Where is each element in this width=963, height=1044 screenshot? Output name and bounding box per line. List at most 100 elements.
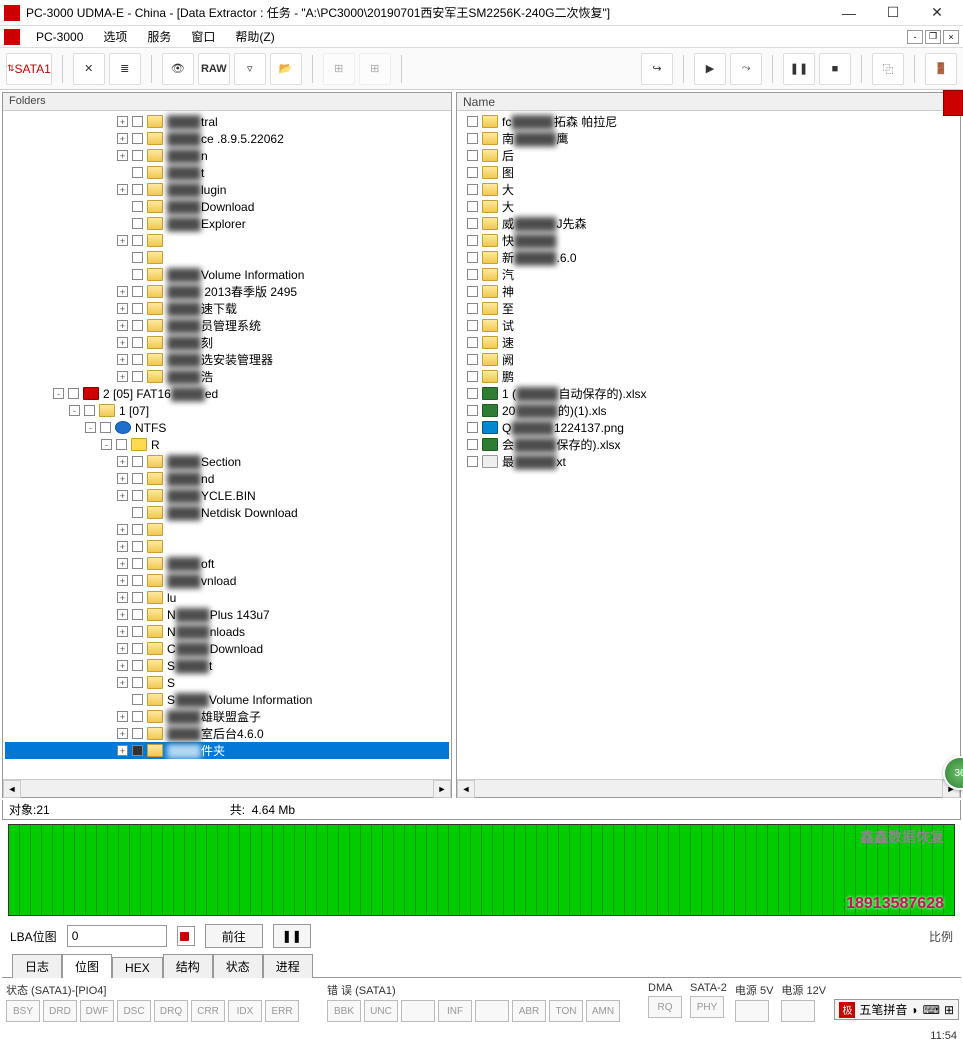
- tree-item[interactable]: +████oft: [5, 555, 449, 572]
- file-item[interactable]: 威█████J先森: [459, 215, 958, 232]
- file-item[interactable]: 快█████: [459, 232, 958, 249]
- file-item[interactable]: 新█████.6.0: [459, 249, 958, 266]
- minimize-button[interactable]: —: [827, 0, 871, 26]
- ime-tool-icon[interactable]: ◗: [911, 1003, 918, 1017]
- menu-services[interactable]: 服务: [137, 26, 181, 47]
- tree-item[interactable]: -2 [05] FAT16████ed: [5, 385, 449, 402]
- file-item[interactable]: 图: [459, 164, 958, 181]
- mdi-restore-button[interactable]: ❐: [925, 30, 941, 44]
- menu-options[interactable]: 选项: [93, 26, 137, 47]
- file-item[interactable]: fc█████拓森 帕拉尼: [459, 113, 958, 130]
- graph2-icon[interactable]: ⊞: [359, 53, 391, 85]
- files-header[interactable]: Name ▲: [457, 93, 960, 111]
- tree-item[interactable]: +████n: [5, 147, 449, 164]
- tree-item[interactable]: +████YCLE.BIN: [5, 487, 449, 504]
- tree-item[interactable]: +S████t: [5, 657, 449, 674]
- tree-item[interactable]: +: [5, 538, 449, 555]
- tree-item[interactable]: +████速下载: [5, 300, 449, 317]
- tree-item[interactable]: +████浩: [5, 368, 449, 385]
- tree-item[interactable]: +████员管理系统: [5, 317, 449, 334]
- menu-app[interactable]: PC-3000: [26, 28, 93, 46]
- tree-item[interactable]: +████lugin: [5, 181, 449, 198]
- raw-button[interactable]: RAW: [198, 53, 230, 85]
- file-item[interactable]: 试: [459, 317, 958, 334]
- sector-map[interactable]: 鑫鑫数据恢复 18913587628: [8, 824, 955, 916]
- file-item[interactable]: 1 (█████自动保存的).xlsx: [459, 385, 958, 402]
- tab-bitmap[interactable]: 位图: [62, 954, 112, 978]
- file-item[interactable]: 20█████的)(1).xls: [459, 402, 958, 419]
- tree-item[interactable]: +████刻: [5, 334, 449, 351]
- tree-item[interactable]: +████ 2013春季版 2495: [5, 283, 449, 300]
- mdi-minimize-button[interactable]: -: [907, 30, 923, 44]
- file-item[interactable]: 鹏: [459, 368, 958, 385]
- menu-help[interactable]: 帮助(Z): [225, 26, 284, 47]
- file-item[interactable]: 阙: [459, 351, 958, 368]
- tree-item[interactable]: ████Download: [5, 198, 449, 215]
- file-item[interactable]: 至: [459, 300, 958, 317]
- import-icon[interactable]: ↪: [641, 53, 673, 85]
- tree-item[interactable]: -R: [5, 436, 449, 453]
- tab-status[interactable]: 状态: [213, 954, 263, 978]
- tree-item[interactable]: S████Volume Information: [5, 691, 449, 708]
- tree-item[interactable]: +████tral: [5, 113, 449, 130]
- tree-item[interactable]: -NTFS: [5, 419, 449, 436]
- record-icon[interactable]: [180, 932, 189, 941]
- menu-window[interactable]: 窗口: [181, 26, 225, 47]
- file-list[interactable]: fc█████拓森 帕拉尼南█████鹰后图大大威█████J先森快█████新…: [457, 111, 960, 779]
- tree-item[interactable]: ████Netdisk Download: [5, 504, 449, 521]
- file-item[interactable]: 南█████鹰: [459, 130, 958, 147]
- tab-log[interactable]: 日志: [12, 954, 62, 978]
- ime-settings-icon[interactable]: ⊞: [944, 1003, 954, 1017]
- tree-item[interactable]: +S: [5, 674, 449, 691]
- tree-item[interactable]: -1 [07]: [5, 402, 449, 419]
- tree-item[interactable]: +N████nloads: [5, 623, 449, 640]
- tab-structure[interactable]: 结构: [163, 954, 213, 978]
- file-item[interactable]: 汽: [459, 266, 958, 283]
- file-item[interactable]: 后: [459, 147, 958, 164]
- lba-input[interactable]: [67, 925, 167, 947]
- file-item[interactable]: 速: [459, 334, 958, 351]
- side-badge[interactable]: 36: [943, 756, 963, 790]
- file-item[interactable]: 大: [459, 181, 958, 198]
- tree-item[interactable]: +lu: [5, 589, 449, 606]
- notes-icon[interactable]: ≣: [109, 53, 141, 85]
- tab-process[interactable]: 进程: [263, 954, 313, 978]
- tree-item[interactable]: +████vnload: [5, 572, 449, 589]
- goto-button[interactable]: 前往: [205, 924, 263, 948]
- skip-icon[interactable]: ⤳: [730, 53, 762, 85]
- pause-lba-button[interactable]: ❚❚: [273, 924, 311, 948]
- file-item[interactable]: 最█████xt: [459, 453, 958, 470]
- tree-item[interactable]: +████雄联盟盒子: [5, 708, 449, 725]
- close-button[interactable]: ✕: [915, 0, 959, 26]
- maximize-button[interactable]: ☐: [871, 0, 915, 26]
- tree-item[interactable]: +████选安装管理器: [5, 351, 449, 368]
- h-scrollbar-right[interactable]: ◄►: [457, 779, 960, 797]
- pause-icon[interactable]: ❚❚: [783, 53, 815, 85]
- tree-item[interactable]: +████室后台4.6.0: [5, 725, 449, 742]
- h-scrollbar[interactable]: ◄►: [3, 779, 451, 797]
- exit-icon[interactable]: 🚪: [925, 53, 957, 85]
- copy-icon[interactable]: ⿻: [872, 53, 904, 85]
- file-item[interactable]: 会█████保存的).xlsx: [459, 436, 958, 453]
- folder-tree[interactable]: +████tral+████ce .8.9.5.22062+████n████t…: [3, 111, 451, 779]
- folder-open-icon[interactable]: 📂: [270, 53, 302, 85]
- tree-item[interactable]: +C████Download: [5, 640, 449, 657]
- play-icon[interactable]: ▶: [694, 53, 726, 85]
- filter-icon[interactable]: ▿: [234, 53, 266, 85]
- tree-item[interactable]: +N████Plus 143u7: [5, 606, 449, 623]
- file-item[interactable]: 大: [459, 198, 958, 215]
- file-item[interactable]: 神: [459, 283, 958, 300]
- tab-hex[interactable]: HEX: [112, 957, 163, 978]
- tree-item[interactable]: [5, 249, 449, 266]
- tree-item[interactable]: +████Section: [5, 453, 449, 470]
- tree-item[interactable]: +: [5, 521, 449, 538]
- tree-item[interactable]: +: [5, 232, 449, 249]
- graph1-icon[interactable]: ⊞: [323, 53, 355, 85]
- tree-item[interactable]: +████件夹: [5, 742, 449, 759]
- sata-button[interactable]: ⇅SATA1: [6, 53, 52, 85]
- binoculars-icon[interactable]: 👁: [162, 53, 194, 85]
- side-tool-1[interactable]: [943, 90, 963, 116]
- tree-item[interactable]: ████t: [5, 164, 449, 181]
- mdi-close-button[interactable]: ×: [943, 30, 959, 44]
- file-item[interactable]: Q█████1224137.png: [459, 419, 958, 436]
